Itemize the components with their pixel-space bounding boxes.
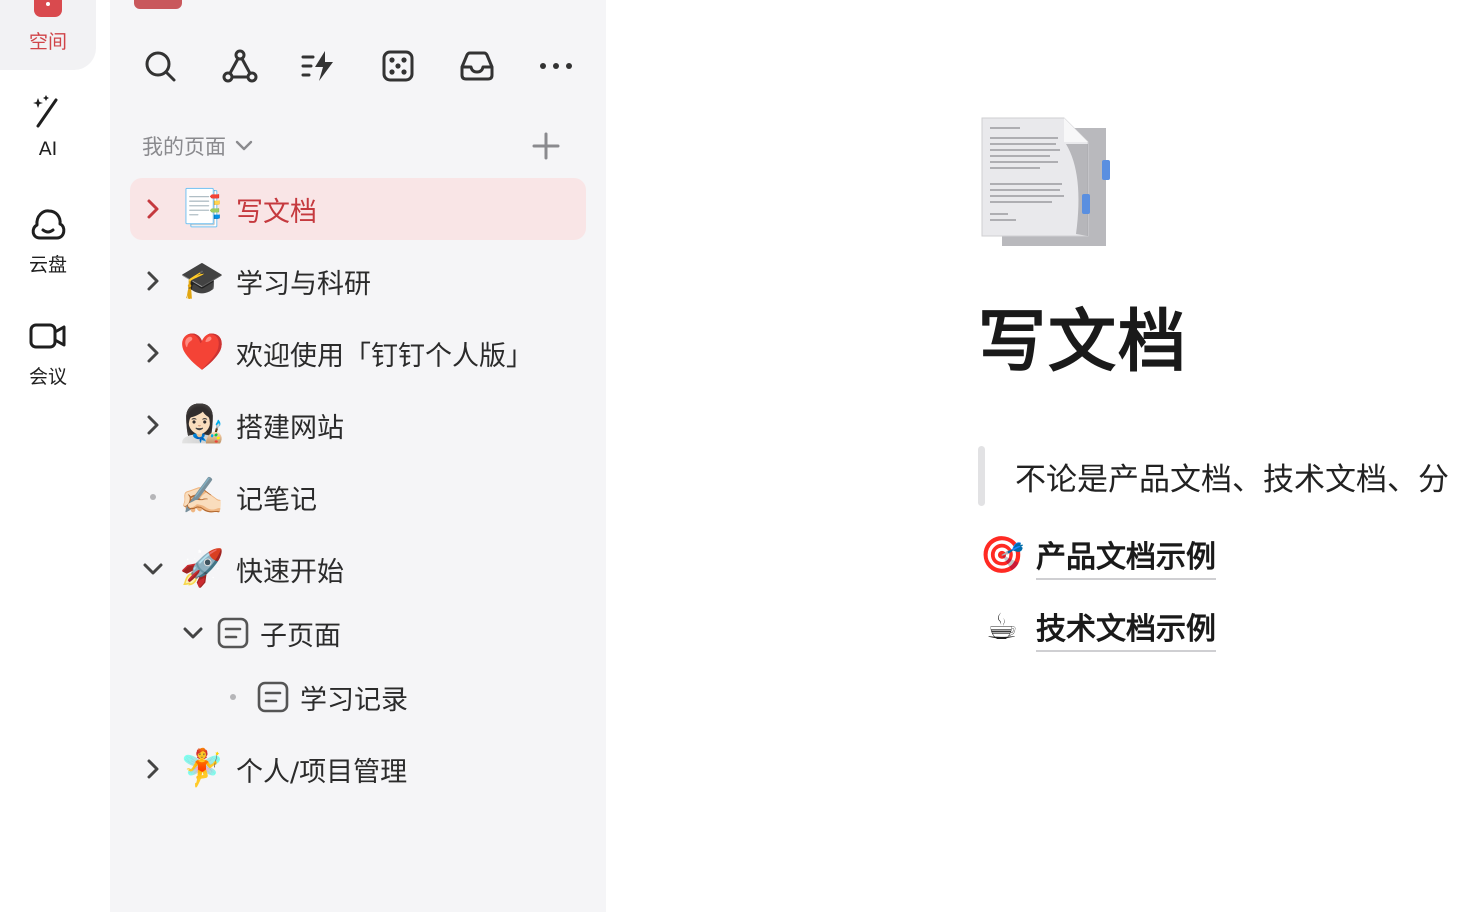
rail-item-label: 会议: [28, 366, 67, 388]
video-camera-icon: [28, 318, 68, 358]
page-emoji-icon: 🎓: [179, 260, 225, 301]
chevron-down-icon[interactable]: [178, 618, 208, 648]
inbox-icon[interactable]: [455, 44, 499, 88]
document-main: 写文档 不论是产品文档、技术文档、分 🎯 产品文档示例 ☕ 技术文档示例: [606, 0, 1466, 912]
rail-item-space[interactable]: 空间: [0, 0, 96, 70]
document-fragment-icon: [770, 0, 810, 6]
quote-bar: [978, 446, 985, 506]
chevron-right-icon[interactable]: [138, 754, 168, 784]
tree-item-label: 学习与科研: [236, 268, 371, 300]
plus-icon: [532, 132, 560, 160]
quote-text: 不论是产品文档、技术文档、分: [1015, 461, 1449, 498]
tree-item-label: 学习记录: [300, 684, 408, 716]
tree-item-study-research[interactable]: 🎓 学习与科研: [130, 250, 586, 312]
app-rail: 空间 AI 云盘 会议: [0, 0, 110, 912]
quick-actions-icon[interactable]: [296, 44, 340, 88]
more-icon[interactable]: [534, 44, 578, 88]
page-link-label[interactable]: 产品文档示例: [1036, 532, 1216, 580]
tree-item-label: 记笔记: [236, 484, 317, 516]
link-product-doc-example[interactable]: 🎯 产品文档示例: [978, 532, 1216, 580]
section-title: 我的页面: [142, 135, 226, 159]
target-icon: 🎯: [979, 535, 1025, 576]
chevron-right-icon[interactable]: [138, 338, 168, 368]
page-emoji-icon: 🧚: [179, 748, 225, 789]
tree-item-label: 搭建网站: [236, 412, 344, 444]
tree-item-label: 快速开始: [236, 556, 344, 588]
tree-item-welcome[interactable]: ❤️ 欢迎使用「钉钉个人版」: [130, 322, 586, 384]
chevron-right-icon[interactable]: [138, 194, 168, 224]
tree-item-label: 欢迎使用「钉钉个人版」: [236, 340, 533, 372]
page-emoji-icon: ✍🏻: [179, 476, 225, 517]
graph-icon[interactable]: [218, 44, 262, 88]
page-emoji-icon: ❤️: [179, 332, 225, 373]
coffee-icon: ☕: [985, 607, 1019, 648]
tree-item-study-record[interactable]: 学习记录: [130, 666, 586, 728]
document-cover-icon: [981, 117, 1110, 246]
document-icon: [256, 680, 290, 714]
tree-item-label: 个人/项目管理: [236, 756, 408, 788]
link-tech-doc-example[interactable]: ☕ 技术文档示例: [978, 604, 1216, 652]
search-icon[interactable]: [138, 44, 182, 88]
page-link-label[interactable]: 技术文档示例: [1036, 604, 1216, 652]
add-page-button[interactable]: [528, 130, 564, 162]
chevron-right-icon[interactable]: [138, 266, 168, 296]
leaf-dot-icon: [138, 482, 168, 512]
page-emoji-icon: 👩🏻‍🎨: [179, 404, 225, 445]
rail-item-label: 空间: [28, 31, 67, 53]
page-emoji-icon: 📑: [179, 188, 225, 229]
rail-item-cloud[interactable]: 云盘: [0, 206, 96, 277]
page-tree-sidebar: 我的页面 📑 写文档 🎓 学习与科研 ❤️ 欢迎使用「钉钉个人版」 👩🏻‍🎨 搭…: [110, 0, 606, 912]
intro-quote-block[interactable]: 不论是产品文档、技术文档、分: [978, 446, 1449, 506]
tree-item-build-website[interactable]: 👩🏻‍🎨 搭建网站: [130, 394, 586, 456]
tree-item-quick-start[interactable]: 🚀 快速开始: [130, 538, 586, 600]
rail-item-label: AI: [38, 138, 58, 160]
tree-item-label: 子页面: [260, 620, 341, 652]
tree-item-write-docs[interactable]: 📑 写文档: [130, 178, 586, 240]
rail-item-label: 云盘: [28, 254, 67, 276]
tree-item-label: 写文档: [236, 196, 317, 228]
workspace-chip[interactable]: [134, 0, 182, 9]
tree-item-project-management[interactable]: 🧚 个人/项目管理: [130, 738, 586, 800]
page-title[interactable]: 写文档: [978, 286, 1188, 385]
chevron-right-icon[interactable]: [138, 410, 168, 440]
my-pages-header[interactable]: 我的页面: [142, 130, 254, 162]
rail-item-ai[interactable]: AI: [0, 94, 96, 160]
tree-item-take-notes[interactable]: ✍🏻 记笔记: [130, 466, 586, 528]
page-emoji-icon: 🚀: [179, 548, 225, 589]
dice-icon[interactable]: [376, 44, 420, 88]
leaf-dot-icon: [218, 682, 248, 712]
sidebar-toolbar: [110, 44, 606, 88]
document-icon: [216, 616, 250, 650]
chevron-down-icon[interactable]: [138, 554, 168, 584]
chevron-down-icon: [235, 140, 253, 151]
rail-item-meeting[interactable]: 会议: [0, 318, 96, 389]
magic-wand-icon: [30, 94, 66, 134]
cloud-icon: [28, 206, 68, 246]
space-icon: [34, 0, 62, 17]
tree-item-subpage[interactable]: 子页面: [130, 602, 586, 664]
